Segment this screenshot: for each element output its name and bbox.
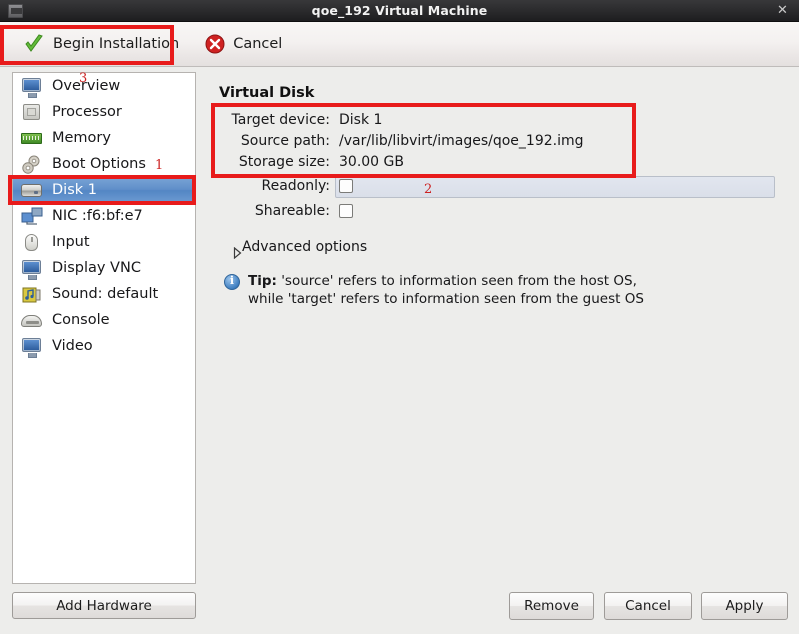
close-icon[interactable]: ✕ [775,4,790,19]
window-title: qoe_192 Virtual Machine [311,3,488,18]
sidebar-item-memory[interactable]: Memory [13,125,195,151]
memory-icon [20,128,44,149]
tip-prefix: Tip: [248,273,277,289]
cpu-icon [20,102,44,123]
sidebar-item-sound[interactable]: Sound: default [13,281,195,307]
sidebar-item-display-vnc[interactable]: Display VNC [13,255,195,281]
sidebar-item-nic[interactable]: NIC :f6:bf:e7 [13,203,195,229]
title-bar: qoe_192 Virtual Machine ✕ [0,0,799,22]
sidebar-item-label: Memory [52,130,111,146]
sidebar-item-label: Display VNC [52,260,141,276]
readonly-checkbox[interactable] [339,179,353,193]
cancel-button[interactable]: Cancel [604,592,692,620]
red-x-icon [205,34,225,54]
target-device-label: Target device: [231,112,330,128]
source-path-row: Source path: /var/lib/libvirt/images/qoe… [222,133,584,149]
monitor-icon [20,258,44,280]
cancel-label-toolbar: Cancel [233,36,283,52]
readonly-row: Readonly: [222,178,353,194]
hardware-list[interactable]: Overview Processor Memory Boot Options D… [12,72,196,584]
sidebar-item-video[interactable]: Video [13,333,195,359]
info-icon [224,274,240,290]
target-device-row: Target device: Disk 1 [222,112,383,128]
chevron-right-icon [226,242,242,259]
storage-size-label: Storage size: [238,154,330,170]
tip-box: Tip: 'source' refers to information seen… [224,272,644,308]
source-path-label: Source path: [240,133,330,149]
sidebar-item-disk-1[interactable]: Disk 1 [13,177,195,203]
shareable-label: Shareable: [254,203,330,219]
sidebar-item-label: Video [52,338,93,354]
tip-text: Tip: 'source' refers to information seen… [248,272,644,308]
page-title: Virtual Disk [219,85,315,101]
apply-button[interactable]: Apply [701,592,788,620]
disk-icon [20,180,44,201]
begin-installation-label: Begin Installation [53,36,180,52]
sidebar-item-input[interactable]: Input [13,229,195,255]
sidebar-item-label: Sound: default [52,286,159,302]
shareable-checkbox[interactable] [339,204,353,218]
shareable-row: Shareable: [222,203,353,219]
green-check-icon [23,33,45,55]
sidebar-item-boot-options[interactable]: Boot Options [13,151,195,177]
storage-size-value: 30.00 GB [339,154,404,170]
storage-size-row: Storage size: 30.00 GB [222,154,404,170]
begin-installation-button[interactable]: Begin Installation [12,27,190,61]
sidebar-item-console[interactable]: Console [13,307,195,333]
advanced-options-label: Advanced options [242,239,368,255]
mouse-icon [20,232,44,253]
add-hardware-button[interactable]: Add Hardware [12,592,196,619]
sidebar-item-label: NIC :f6:bf:e7 [52,208,143,224]
advanced-options-expander[interactable]: Advanced options [226,239,368,259]
cancel-button-toolbar[interactable]: Cancel [194,27,293,61]
source-path-value: /var/lib/libvirt/images/qoe_192.img [339,133,584,149]
network-icon [20,206,44,227]
toolbar: Begin Installation Cancel [0,22,799,67]
target-device-value: Disk 1 [339,112,383,128]
monitor-icon [20,76,44,98]
sidebar-item-label: Overview [52,78,121,94]
sidebar-item-overview[interactable]: Overview [13,73,195,99]
sound-card-icon [20,284,44,305]
sidebar-item-label: Console [52,312,110,328]
readonly-row-highlight [335,176,775,198]
tip-line-1: 'source' refers to information seen from… [281,273,637,289]
tip-line-2: while 'target' refers to information see… [248,291,644,307]
console-icon [20,310,44,331]
sidebar-item-processor[interactable]: Processor [13,99,195,125]
sidebar-item-label: Disk 1 [52,182,97,198]
remove-button[interactable]: Remove [509,592,594,620]
gears-icon [20,154,44,175]
virtual-machine-window: qoe_192 Virtual Machine ✕ Begin Installa… [0,0,799,634]
sidebar-item-label: Input [52,234,90,250]
monitor-icon [20,336,44,358]
readonly-label: Readonly: [261,178,331,194]
sidebar-item-label: Processor [52,104,122,120]
sidebar-item-label: Boot Options [52,156,146,172]
